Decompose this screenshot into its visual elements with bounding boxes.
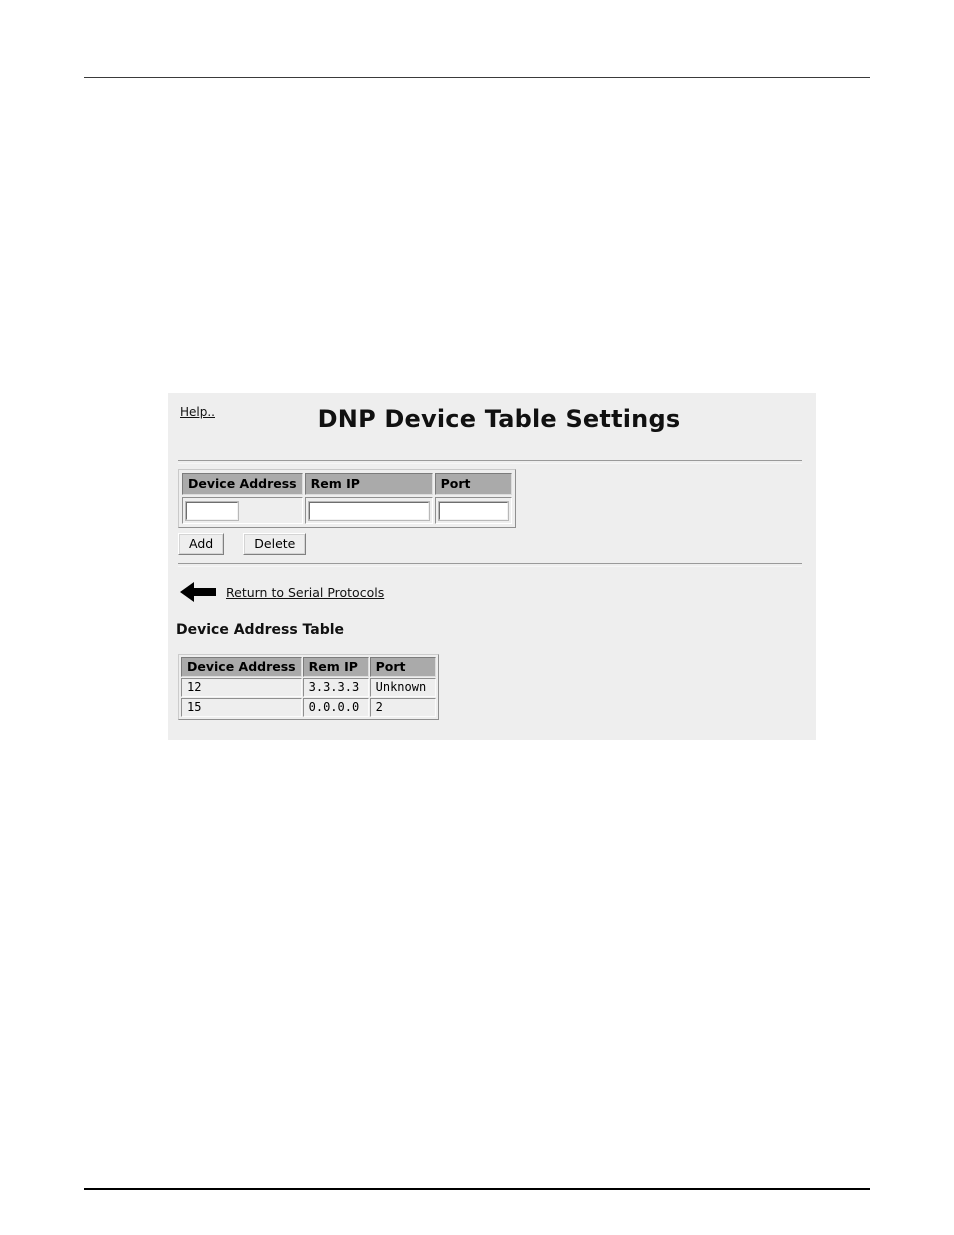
port-input[interactable] [437, 501, 509, 521]
cell-rem-ip: 0.0.0.0 [302, 698, 369, 717]
entry-form-input-row [182, 497, 512, 524]
cell-device-address: 15 [181, 698, 302, 717]
cell-port: Unknown [369, 678, 436, 697]
device-entry-form: Device Address Rem IP Port [178, 469, 516, 528]
entry-header-device-address: Device Address [182, 473, 303, 495]
device-address-input[interactable] [185, 501, 239, 521]
device-address-table-caption: Device Address Table [176, 622, 345, 638]
page-title: DNP Device Table Settings [317, 405, 681, 433]
entry-cell-port [434, 497, 512, 524]
separator-bottom [178, 563, 802, 567]
entry-header-rem-ip: Rem IP [304, 473, 433, 495]
table-row[interactable]: 12 3.3.3.3 Unknown [181, 678, 436, 697]
delete-button[interactable]: Delete [243, 533, 307, 555]
col-header-port: Port [369, 657, 436, 677]
separator-top [178, 460, 802, 464]
entry-header-port: Port [434, 473, 512, 495]
page-footer-rule [84, 1188, 870, 1190]
return-to-serial-protocols-link[interactable]: Return to Serial Protocols [226, 585, 384, 600]
entry-cell-device-address [182, 497, 303, 524]
col-header-device-address: Device Address [181, 657, 302, 677]
col-header-rem-ip: Rem IP [302, 657, 369, 677]
cell-rem-ip: 3.3.3.3 [302, 678, 369, 697]
form-button-row: Add Delete [178, 533, 320, 555]
page-header-rule [84, 77, 870, 78]
rem-ip-input[interactable] [307, 501, 430, 521]
table-header-row: Device Address Rem IP Port [181, 657, 436, 677]
dnp-device-table-settings-panel: Help.. DNP Device Table Settings Device … [168, 393, 816, 740]
entry-form-header-row: Device Address Rem IP Port [182, 473, 512, 495]
cell-port: 2 [369, 698, 436, 717]
cell-device-address: 12 [181, 678, 302, 697]
return-row: Return to Serial Protocols [178, 579, 384, 605]
device-address-table: Device Address Rem IP Port 12 3.3.3.3 Un… [178, 654, 439, 720]
panel-header: Help.. DNP Device Table Settings [168, 393, 816, 453]
add-button[interactable]: Add [178, 533, 225, 555]
left-arrow-icon [180, 582, 216, 602]
entry-cell-rem-ip [304, 497, 433, 524]
table-row[interactable]: 15 0.0.0.0 2 [181, 698, 436, 717]
